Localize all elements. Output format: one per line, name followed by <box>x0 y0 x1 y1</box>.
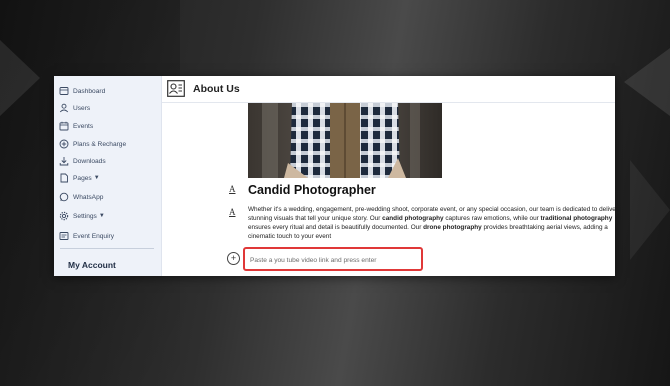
background-shape <box>630 160 670 260</box>
my-account-heading: My Account <box>68 260 116 270</box>
sidebar-item-events[interactable]: Events <box>59 119 93 133</box>
paragraph-text: ensures every ritual and detail is beaut… <box>248 223 424 231</box>
sidebar-item-whatsapp[interactable]: WhatsApp <box>59 190 103 204</box>
sidebar: Dashboard Users Events Plans & Recharge … <box>54 76 162 276</box>
about-card-icon <box>167 80 185 97</box>
sidebar-item-label: Users <box>73 104 91 112</box>
sidebar-item-downloads[interactable]: Downloads <box>59 154 106 168</box>
text-style-icon[interactable]: A <box>229 207 236 217</box>
users-icon <box>59 103 69 113</box>
sidebar-item-settings[interactable]: Settings ▼ <box>59 209 105 223</box>
sidebar-item-label: WhatsApp <box>73 193 104 201</box>
paragraph-bold: drone photography <box>423 223 482 231</box>
sidebar-item-dashboard[interactable]: Dashboard <box>59 84 105 98</box>
sidebar-item-label: Settings <box>73 212 97 220</box>
page-header: About Us <box>162 76 615 103</box>
sidebar-item-label: Pages <box>73 174 92 182</box>
section-heading[interactable]: Candid Photographer <box>248 183 376 197</box>
paragraph-text: captures raw emotions, while our <box>443 214 541 222</box>
sidebar-item-label: Dashboard <box>73 87 106 95</box>
text-style-icon[interactable]: A <box>229 184 236 194</box>
add-block-button[interactable]: + <box>227 252 240 265</box>
sidebar-item-label: Downloads <box>73 157 106 165</box>
app-window: Dashboard Users Events Plans & Recharge … <box>54 76 615 276</box>
chevron-down-icon: ▼ <box>98 213 105 219</box>
background-shape <box>0 40 40 116</box>
sidebar-item-label: Event Enquiry <box>73 232 115 240</box>
calendar-icon <box>59 121 69 131</box>
sidebar-item-label: Plans & Recharge <box>73 140 127 148</box>
sidebar-item-users[interactable]: Users <box>59 101 90 115</box>
download-icon <box>59 156 69 166</box>
enquiry-icon <box>59 231 69 241</box>
sidebar-divider <box>60 248 154 249</box>
youtube-link-input[interactable] <box>245 250 426 271</box>
plus-circle-icon <box>59 139 69 149</box>
photographer-image[interactable] <box>248 103 442 178</box>
dashboard-icon <box>59 86 69 96</box>
paragraph-bold: traditional photography <box>540 214 613 222</box>
paragraph-bold: candid photography <box>382 214 444 222</box>
whatsapp-icon <box>59 192 69 202</box>
page-title: About Us <box>193 83 240 95</box>
sidebar-item-label: Events <box>73 122 94 130</box>
pages-icon <box>59 173 69 183</box>
sidebar-item-event-enquiry[interactable]: Event Enquiry <box>59 229 114 243</box>
video-link-field <box>243 247 426 271</box>
gear-icon <box>59 211 69 221</box>
chevron-down-icon: ▼ <box>93 175 100 181</box>
section-paragraph[interactable]: Whether it's a wedding, engagement, pre-… <box>248 206 615 242</box>
sidebar-item-plans-recharge[interactable]: Plans & Recharge <box>59 137 126 151</box>
editor-content: A Candid Photographer A Whether it's a w… <box>162 103 615 276</box>
background-shape <box>624 48 670 116</box>
sidebar-item-pages[interactable]: Pages ▼ <box>59 171 100 185</box>
